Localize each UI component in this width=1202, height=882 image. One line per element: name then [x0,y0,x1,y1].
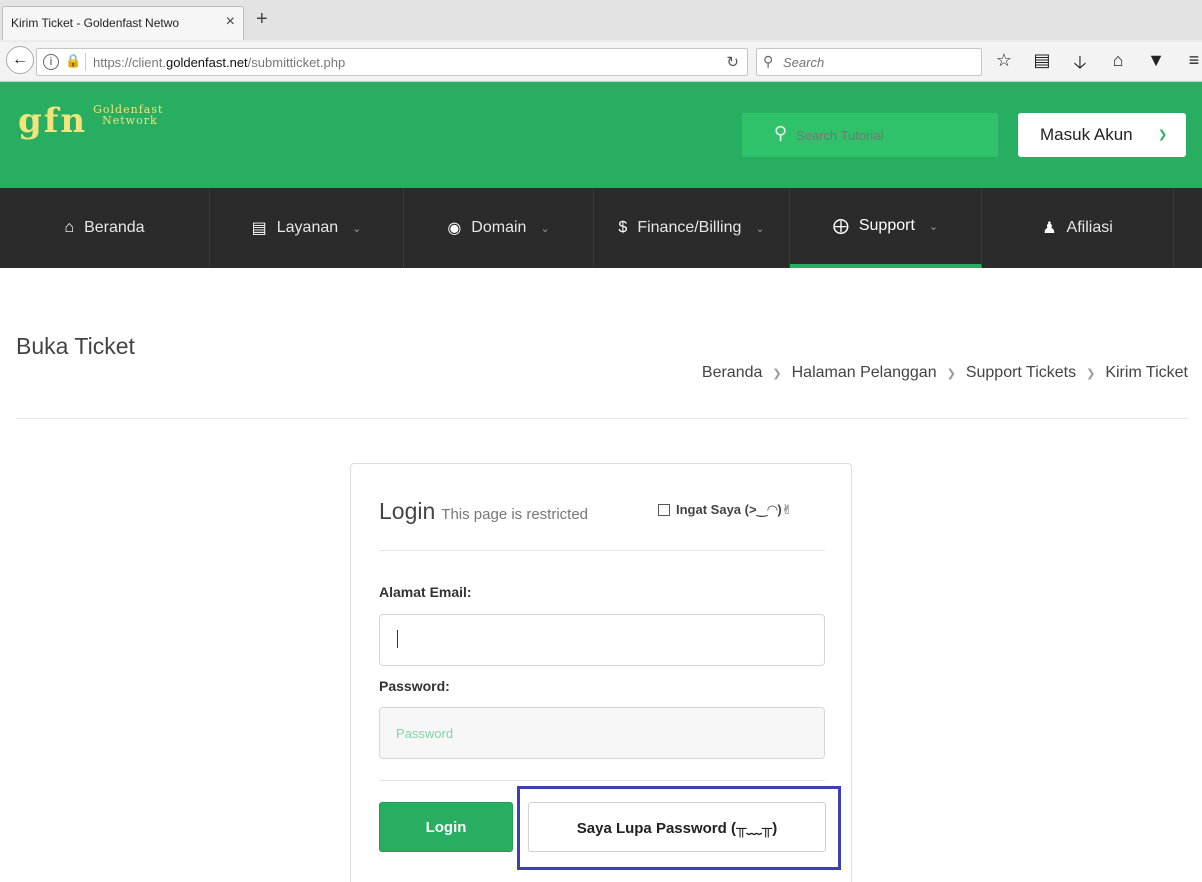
nav-item-domain[interactable]: ◉ Domain ⌄ [404,188,594,268]
url-bar[interactable]: i 🔒 https://client.goldenfast.net/submit… [36,48,748,76]
breadcrumb-item[interactable]: Beranda [702,364,763,382]
user-icon: ♟ [1042,220,1057,237]
search-icon: ⚲ [774,123,788,143]
nav-item-finance-billing[interactable]: $ Finance/Billing ⌄ [594,188,790,268]
reading-list-icon[interactable]: ▤ [1032,50,1052,74]
main-nav: ⌂ Beranda ▤ Layanan ⌄ ◉ Domain ⌄ $ Finan… [0,188,1202,268]
nav-label: Afiliasi [1066,219,1113,236]
reload-icon[interactable]: ↻ [726,53,739,71]
logo-text: Goldenfast Network [93,103,164,127]
breadcrumb-chevron-icon: ❯ [772,367,782,380]
nav-label: Layanan [276,219,339,236]
site-header: gfn Goldenfast Network ⚲ Masuk Akun ❯ [0,82,1202,188]
url-divider [85,53,86,71]
email-field[interactable] [379,614,825,666]
chevron-down-icon: ⌄ [352,222,362,235]
login-button[interactable]: Login [379,802,513,852]
close-tab-icon[interactable]: × [226,13,235,31]
card-divider [379,550,825,551]
masuk-akun-label: Masuk Akun [1040,125,1133,144]
nav-label: Domain [471,219,527,236]
dollar-icon: $ [618,219,628,236]
breadcrumb-item-current: Kirim Ticket [1105,364,1188,381]
site-logo[interactable]: gfn Goldenfast Network [18,104,163,138]
download-icon[interactable]: 🡣 [1070,50,1090,74]
login-card: Login This page is restricted Ingat Saya … [350,463,852,882]
login-subtitle: This page is restricted [441,506,589,523]
lifebuoy-icon: ⨁ [832,218,849,235]
back-arrow-icon[interactable]: ← [6,46,34,74]
checkbox-box[interactable] [658,504,670,516]
forgot-password-button[interactable]: Saya Lupa Password (╥﹏╥) [528,802,826,852]
tab-title: Kirim Ticket - Goldenfast Netwo [11,16,180,30]
breadcrumb-item[interactable]: Halaman Pelanggan [792,364,937,382]
masuk-akun-button[interactable]: Masuk Akun ❯ [1018,113,1186,157]
url-text[interactable]: https://client.goldenfast.net/submittick… [93,55,345,70]
nav-item-layanan[interactable]: ▤ Layanan ⌄ [210,188,404,268]
remember-me-label: Ingat Saya (>‿◠)✌ [676,502,793,517]
nav-item-support[interactable]: ⨁ Support ⌄ [790,188,982,268]
chevron-down-icon: ⌄ [928,220,939,233]
card-divider [379,780,825,781]
search-icon: ⚲ [763,53,774,69]
breadcrumb: Beranda ❯ Halaman Pelanggan ❯ Support Ti… [702,364,1188,382]
nav-label: Support [858,217,915,234]
browser-chrome: Kirim Ticket - Goldenfast Netwo × + ← i … [0,0,1202,82]
email-label: Alamat Email: [379,584,472,600]
menu-icon[interactable]: ≡ [1184,50,1202,74]
nav-label: Finance/Billing [637,219,742,236]
password-field[interactable] [379,707,825,759]
text-caret [397,630,398,648]
chevron-down-icon: ❯ [1158,129,1168,141]
tutorial-search-input[interactable] [796,125,986,145]
breadcrumb-chevron-icon: ❯ [1086,367,1096,380]
lock-icon[interactable]: 🔒 [65,53,81,69]
breadcrumb-item[interactable]: Support Tickets [966,364,1076,382]
page-divider [16,418,1188,419]
login-heading: Login This page is restricted [379,498,588,525]
browser-search-input[interactable] [783,52,973,72]
browser-toolbar: ☆ ▤ 🡣 ⌂ ▼ ≡ [994,50,1202,74]
browser-tab[interactable]: Kirim Ticket - Goldenfast Netwo × [2,6,244,40]
login-title: Login [379,498,436,524]
pocket-icon[interactable]: ▼ [1146,50,1166,74]
chevron-down-icon: ⌄ [755,222,765,235]
breadcrumb-chevron-icon: ❯ [946,367,956,380]
info-icon[interactable]: i [43,54,59,70]
logo-mark: gfn [18,101,88,141]
chevron-down-icon: ⌄ [540,222,550,235]
page-title: Buka Ticket [16,333,135,359]
password-label: Password: [379,678,450,694]
nav-label: Beranda [84,219,145,236]
new-tab-icon[interactable]: + [256,8,268,31]
home-icon: ⌂ [64,219,75,236]
binoculars-icon: ◉ [447,220,462,237]
browser-navbar: ← i 🔒 https://client.goldenfast.net/subm… [0,42,1202,80]
home-icon[interactable]: ⌂ [1108,50,1128,74]
bookmark-star-icon[interactable]: ☆ [994,50,1014,74]
tutorial-search-box[interactable]: ⚲ [742,113,998,157]
list-icon: ▤ [251,220,267,237]
nav-item-beranda[interactable]: ⌂ Beranda [0,188,210,268]
nav-item-afiliasi[interactable]: ♟ Afiliasi [982,188,1174,268]
browser-search-bar[interactable]: ⚲ [756,48,982,76]
tab-strip: Kirim Ticket - Goldenfast Netwo × + [0,0,1202,40]
remember-me-checkbox[interactable]: Ingat Saya (>‿◠)✌ [658,502,793,518]
